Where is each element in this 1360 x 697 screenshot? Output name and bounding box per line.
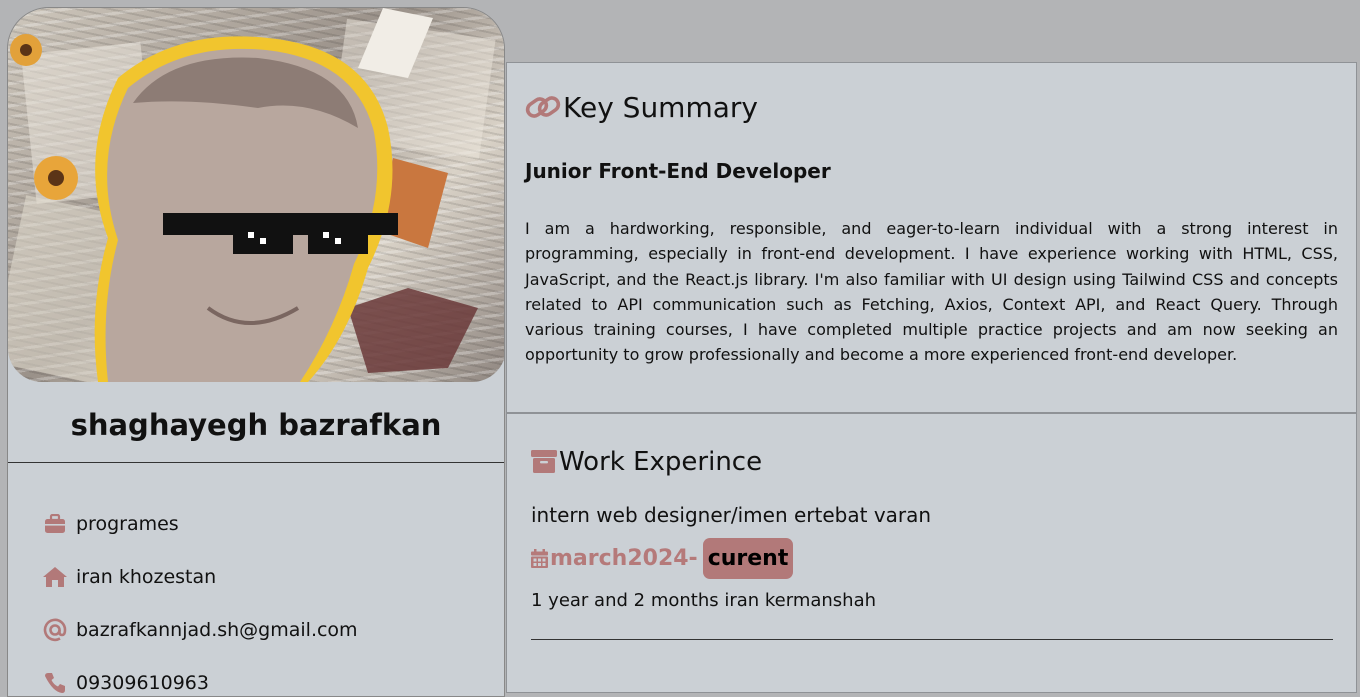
key-summary-title: Key Summary (563, 90, 758, 124)
info-item-label[interactable]: bazrafkannjad.sh@gmail.com (76, 619, 358, 641)
archive-box-icon (531, 450, 557, 473)
job-position: intern web designer/imen ertebat varan (531, 503, 932, 527)
work-experience-title: Work Experince (559, 447, 763, 477)
collage-portrait-image (8, 8, 496, 382)
at-sign-icon (42, 618, 68, 642)
job-role: Junior Front-End Developer (525, 159, 831, 183)
work-duration: 1 year and 2 months iran kermanshah (531, 590, 877, 611)
work-experience-panel: Work Experince intern web designer/imen … (506, 413, 1357, 693)
calendar-icon (531, 549, 548, 568)
info-item-job: programes (42, 497, 504, 550)
profile-name: shaghayegh bazrafkan (8, 382, 504, 463)
contact-info-list: programes iran khozestan bazrafkannjad.s… (8, 463, 504, 696)
info-item-label[interactable]: 09309610963 (76, 672, 209, 694)
work-experience-heading: Work Experince (531, 442, 1332, 482)
start-date: march2024- (550, 546, 698, 571)
info-item-location: iran khozestan (42, 550, 504, 603)
briefcase-icon (42, 512, 68, 536)
summary-paragraph: I am a hardworking, responsible, and eag… (525, 219, 1338, 365)
home-icon (42, 565, 68, 589)
current-badge: curent (702, 538, 794, 579)
phone-icon (42, 671, 68, 695)
info-item-label: programes (76, 512, 179, 535)
profile-card: shaghayegh bazrafkan programes iran khoz… (7, 7, 505, 697)
section-divider (531, 639, 1333, 640)
key-summary-panel: Key Summary Junior Front-End Developer I… (506, 62, 1357, 413)
profile-photo (8, 8, 504, 382)
info-item-email[interactable]: bazrafkannjad.sh@gmail.com (42, 603, 504, 656)
info-item-label: iran khozestan (76, 565, 217, 588)
employment-dates: march2024- curent (531, 538, 1332, 579)
link-icon (525, 96, 561, 118)
key-summary-heading: Key Summary (525, 87, 1338, 127)
